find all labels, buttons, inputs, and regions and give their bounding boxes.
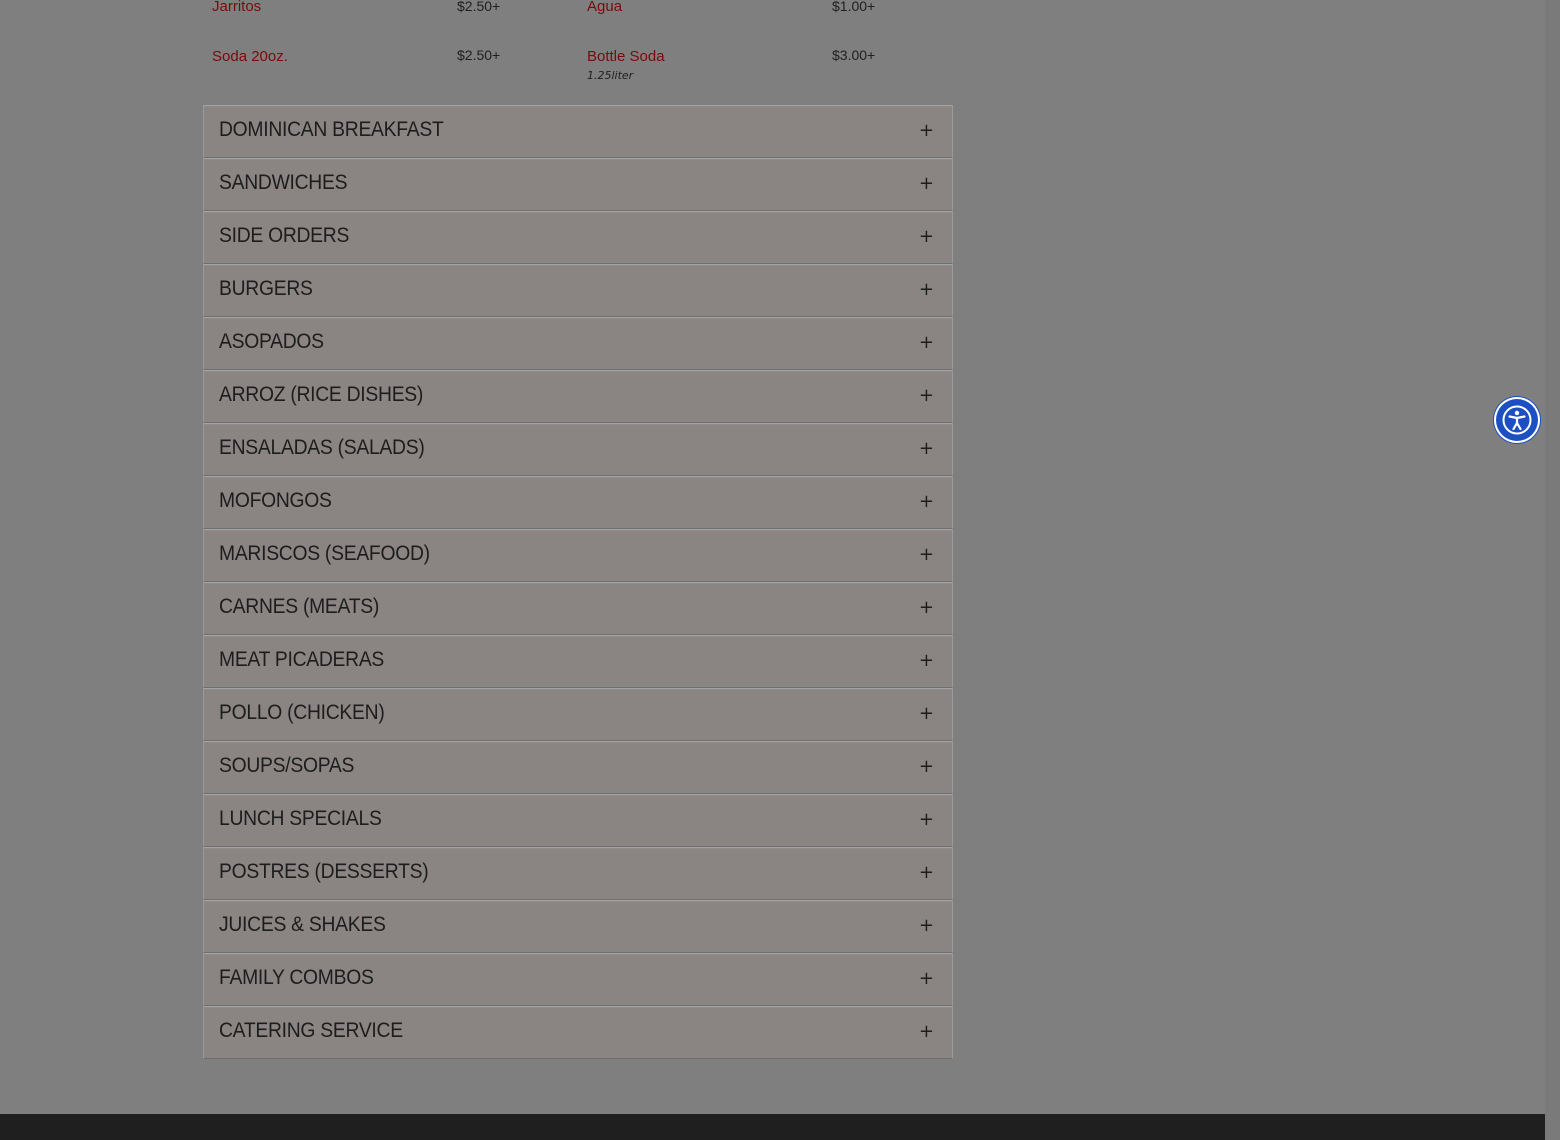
menu-accordion: Dominican Breakfast + Sandwiches + Side Or… [203, 105, 953, 1059]
section-title: Asopados [219, 330, 324, 353]
section-title: Meat Picaderas [219, 648, 385, 671]
expand-plus-icon[interactable]: + [919, 118, 934, 144]
section-sandwiches[interactable]: Sandwiches + [203, 158, 953, 211]
section-title: Juices & Shakes [219, 913, 386, 936]
section-postres[interactable]: Postres (Desserts) + [203, 847, 953, 900]
section-catering-service[interactable]: Catering Service + [203, 1006, 953, 1059]
section-title: Ensaladas (Salads) [219, 436, 425, 459]
expand-plus-icon[interactable]: + [919, 754, 934, 780]
expand-plus-icon[interactable]: + [919, 330, 934, 356]
expand-plus-icon[interactable]: + [919, 224, 934, 250]
expand-plus-icon[interactable]: + [919, 489, 934, 515]
expand-plus-icon[interactable]: + [919, 807, 934, 833]
section-dominican-breakfast[interactable]: Dominican Breakfast + [203, 105, 953, 158]
section-carnes[interactable]: Carnes (Meats) + [203, 582, 953, 635]
accessibility-button[interactable] [1496, 399, 1538, 441]
section-title: Family Combos [219, 966, 374, 989]
section-title: Postres (Desserts) [219, 860, 429, 883]
expand-plus-icon[interactable]: + [919, 648, 934, 674]
section-side-orders[interactable]: Side Orders + [203, 211, 953, 264]
menu-item-price: $2.50+ [457, 47, 501, 63]
section-mariscos[interactable]: Mariscos (Seafood) + [203, 529, 953, 582]
section-title: Catering Service [219, 1019, 403, 1042]
section-title: Burgers [219, 277, 313, 300]
section-title: Pollo (Chicken) [219, 701, 385, 724]
section-pollo[interactable]: Pollo (Chicken) + [203, 688, 953, 741]
menu-item-price: $1.00+ [832, 0, 876, 14]
section-juices-shakes[interactable]: Juices & Shakes + [203, 900, 953, 953]
section-title: Carnes (Meats) [219, 595, 380, 618]
section-lunch-specials[interactable]: Lunch Specials + [203, 794, 953, 847]
section-title: Lunch Specials [219, 807, 382, 830]
menu-item-description: 1.25liter [587, 69, 634, 82]
expand-plus-icon[interactable]: + [919, 966, 934, 992]
section-arroz[interactable]: Arroz (Rice Dishes) + [203, 370, 953, 423]
menu-item-name[interactable]: Jarritos [212, 0, 261, 15]
section-meat-picaderas[interactable]: Meat Picaderas + [203, 635, 953, 688]
menu-item-name[interactable]: Agua [587, 0, 622, 15]
section-title: Sandwiches [219, 171, 348, 194]
accessibility-icon [1502, 405, 1532, 435]
menu-item-price: $2.50+ [457, 0, 501, 14]
expand-plus-icon[interactable]: + [919, 383, 934, 409]
expand-plus-icon[interactable]: + [919, 1019, 934, 1045]
expand-plus-icon[interactable]: + [919, 171, 934, 197]
expand-plus-icon[interactable]: + [919, 436, 934, 462]
section-title: Mariscos (Seafood) [219, 542, 430, 565]
expand-plus-icon[interactable]: + [919, 860, 934, 886]
section-title: Dominican Breakfast [219, 118, 444, 141]
page-scrollbar[interactable] [1545, 0, 1560, 1140]
expand-plus-icon[interactable]: + [919, 542, 934, 568]
section-title: Mofongos [219, 489, 332, 512]
expand-plus-icon[interactable]: + [919, 701, 934, 727]
expand-plus-icon[interactable]: + [919, 913, 934, 939]
section-ensaladas[interactable]: Ensaladas (Salads) + [203, 423, 953, 476]
section-burgers[interactable]: Burgers + [203, 264, 953, 317]
section-title: Soups/Sopas [219, 754, 355, 777]
footer-bar [0, 1114, 1545, 1140]
section-soups[interactable]: Soups/Sopas + [203, 741, 953, 794]
section-family-combos[interactable]: Family Combos + [203, 953, 953, 1006]
section-mofongos[interactable]: Mofongos + [203, 476, 953, 529]
section-title: Side Orders [219, 224, 350, 247]
menu-item-name[interactable]: Bottle Soda [587, 48, 665, 65]
menu-item-name[interactable]: Soda 20oz. [212, 48, 288, 65]
section-asopados[interactable]: Asopados + [203, 317, 953, 370]
expand-plus-icon[interactable]: + [919, 277, 934, 303]
section-title: Arroz (Rice Dishes) [219, 383, 424, 406]
expand-plus-icon[interactable]: + [919, 595, 934, 621]
page-overlay: Jarritos $2.50+ Agua $1.00+ Soda 20oz. $… [0, 0, 1545, 1140]
menu-item-price: $3.00+ [832, 47, 876, 63]
